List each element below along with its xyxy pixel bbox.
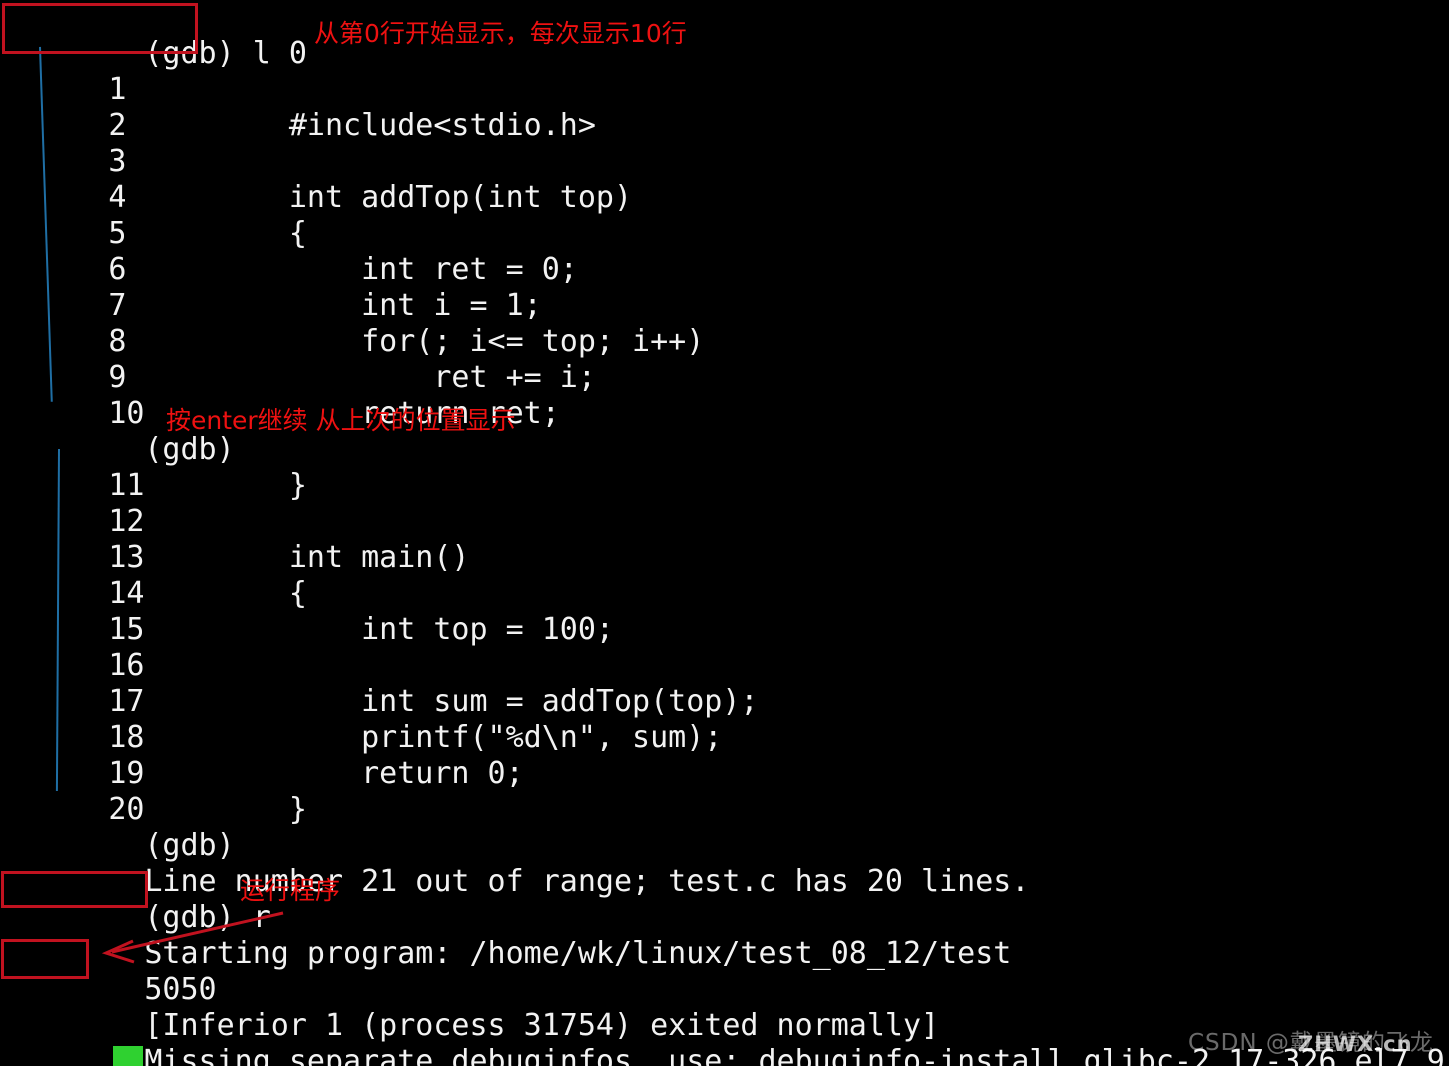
- terminal-line: 2 #include<stdio.h>: [0, 72, 596, 143]
- terminal-line: 17 int sum = addTop(top);: [0, 648, 758, 719]
- terminal-line: 9 ret += i;: [0, 324, 596, 395]
- terminal-line: 13 int main(): [0, 504, 469, 575]
- terminal-line: 10 return ret;: [0, 360, 559, 431]
- line-text: }: [144, 468, 307, 503]
- terminal-screenshot: (gdb) l 0 1 2 #include<stdio.h> 3 4 int …: [0, 0, 1449, 1066]
- terminal-line: 19 return 0;: [0, 720, 523, 791]
- terminal-line: 11 }: [0, 432, 307, 503]
- terminal-line: 15 int top = 100;: [0, 576, 614, 647]
- terminal-line: (gdb) r: [0, 864, 270, 935]
- terminal-line: 7 int i = 1;: [0, 252, 541, 323]
- terminal-line: 14 {: [0, 540, 307, 611]
- terminal-line: 12: [0, 468, 144, 539]
- line-text: (gdb) l 0: [144, 36, 307, 71]
- terminal-line: 3: [0, 108, 144, 179]
- terminal-line: 8 for(; i<= top; i++): [0, 288, 704, 359]
- line-text: #include<stdio.h>: [144, 108, 596, 143]
- terminal-line: (gdb): [0, 792, 234, 863]
- note-press-enter: 按enter继续 从上次的位置显示: [166, 406, 516, 435]
- terminal-line: 5050: [0, 936, 216, 1007]
- note-list-from-zero: 从第0行开始显示，每次显示10行: [314, 19, 687, 48]
- terminal-line: 6 int ret = 0;: [0, 216, 577, 287]
- gdb-terminal-output[interactable]: (gdb) l 0 1 2 #include<stdio.h> 3 4 int …: [0, 0, 1449, 1066]
- terminal-line: 18 printf("%d\n", sum);: [0, 684, 722, 755]
- terminal-line: Line number 21 out of range; test.c has …: [0, 828, 1029, 899]
- terminal-line: 16: [0, 612, 144, 683]
- terminal-line: 1: [0, 36, 144, 107]
- line-text: Starting program: /home/wk/linux/test_08…: [144, 936, 1012, 971]
- terminal-line: [Inferior 1 (process 31754) exited norma…: [0, 972, 939, 1043]
- line-text: int top = 100;: [144, 612, 614, 647]
- terminal-line: 20 }: [0, 756, 307, 827]
- terminal-cursor: [113, 1046, 143, 1066]
- note-run-program: 运行程序: [240, 876, 341, 905]
- terminal-line: Starting program: /home/wk/linux/test_08…: [0, 900, 1011, 971]
- site-watermark: ZHWX.cn: [1298, 1032, 1413, 1056]
- terminal-line: 4 int addTop(int top): [0, 144, 632, 215]
- terminal-line: (gdb) l 0: [0, 0, 307, 71]
